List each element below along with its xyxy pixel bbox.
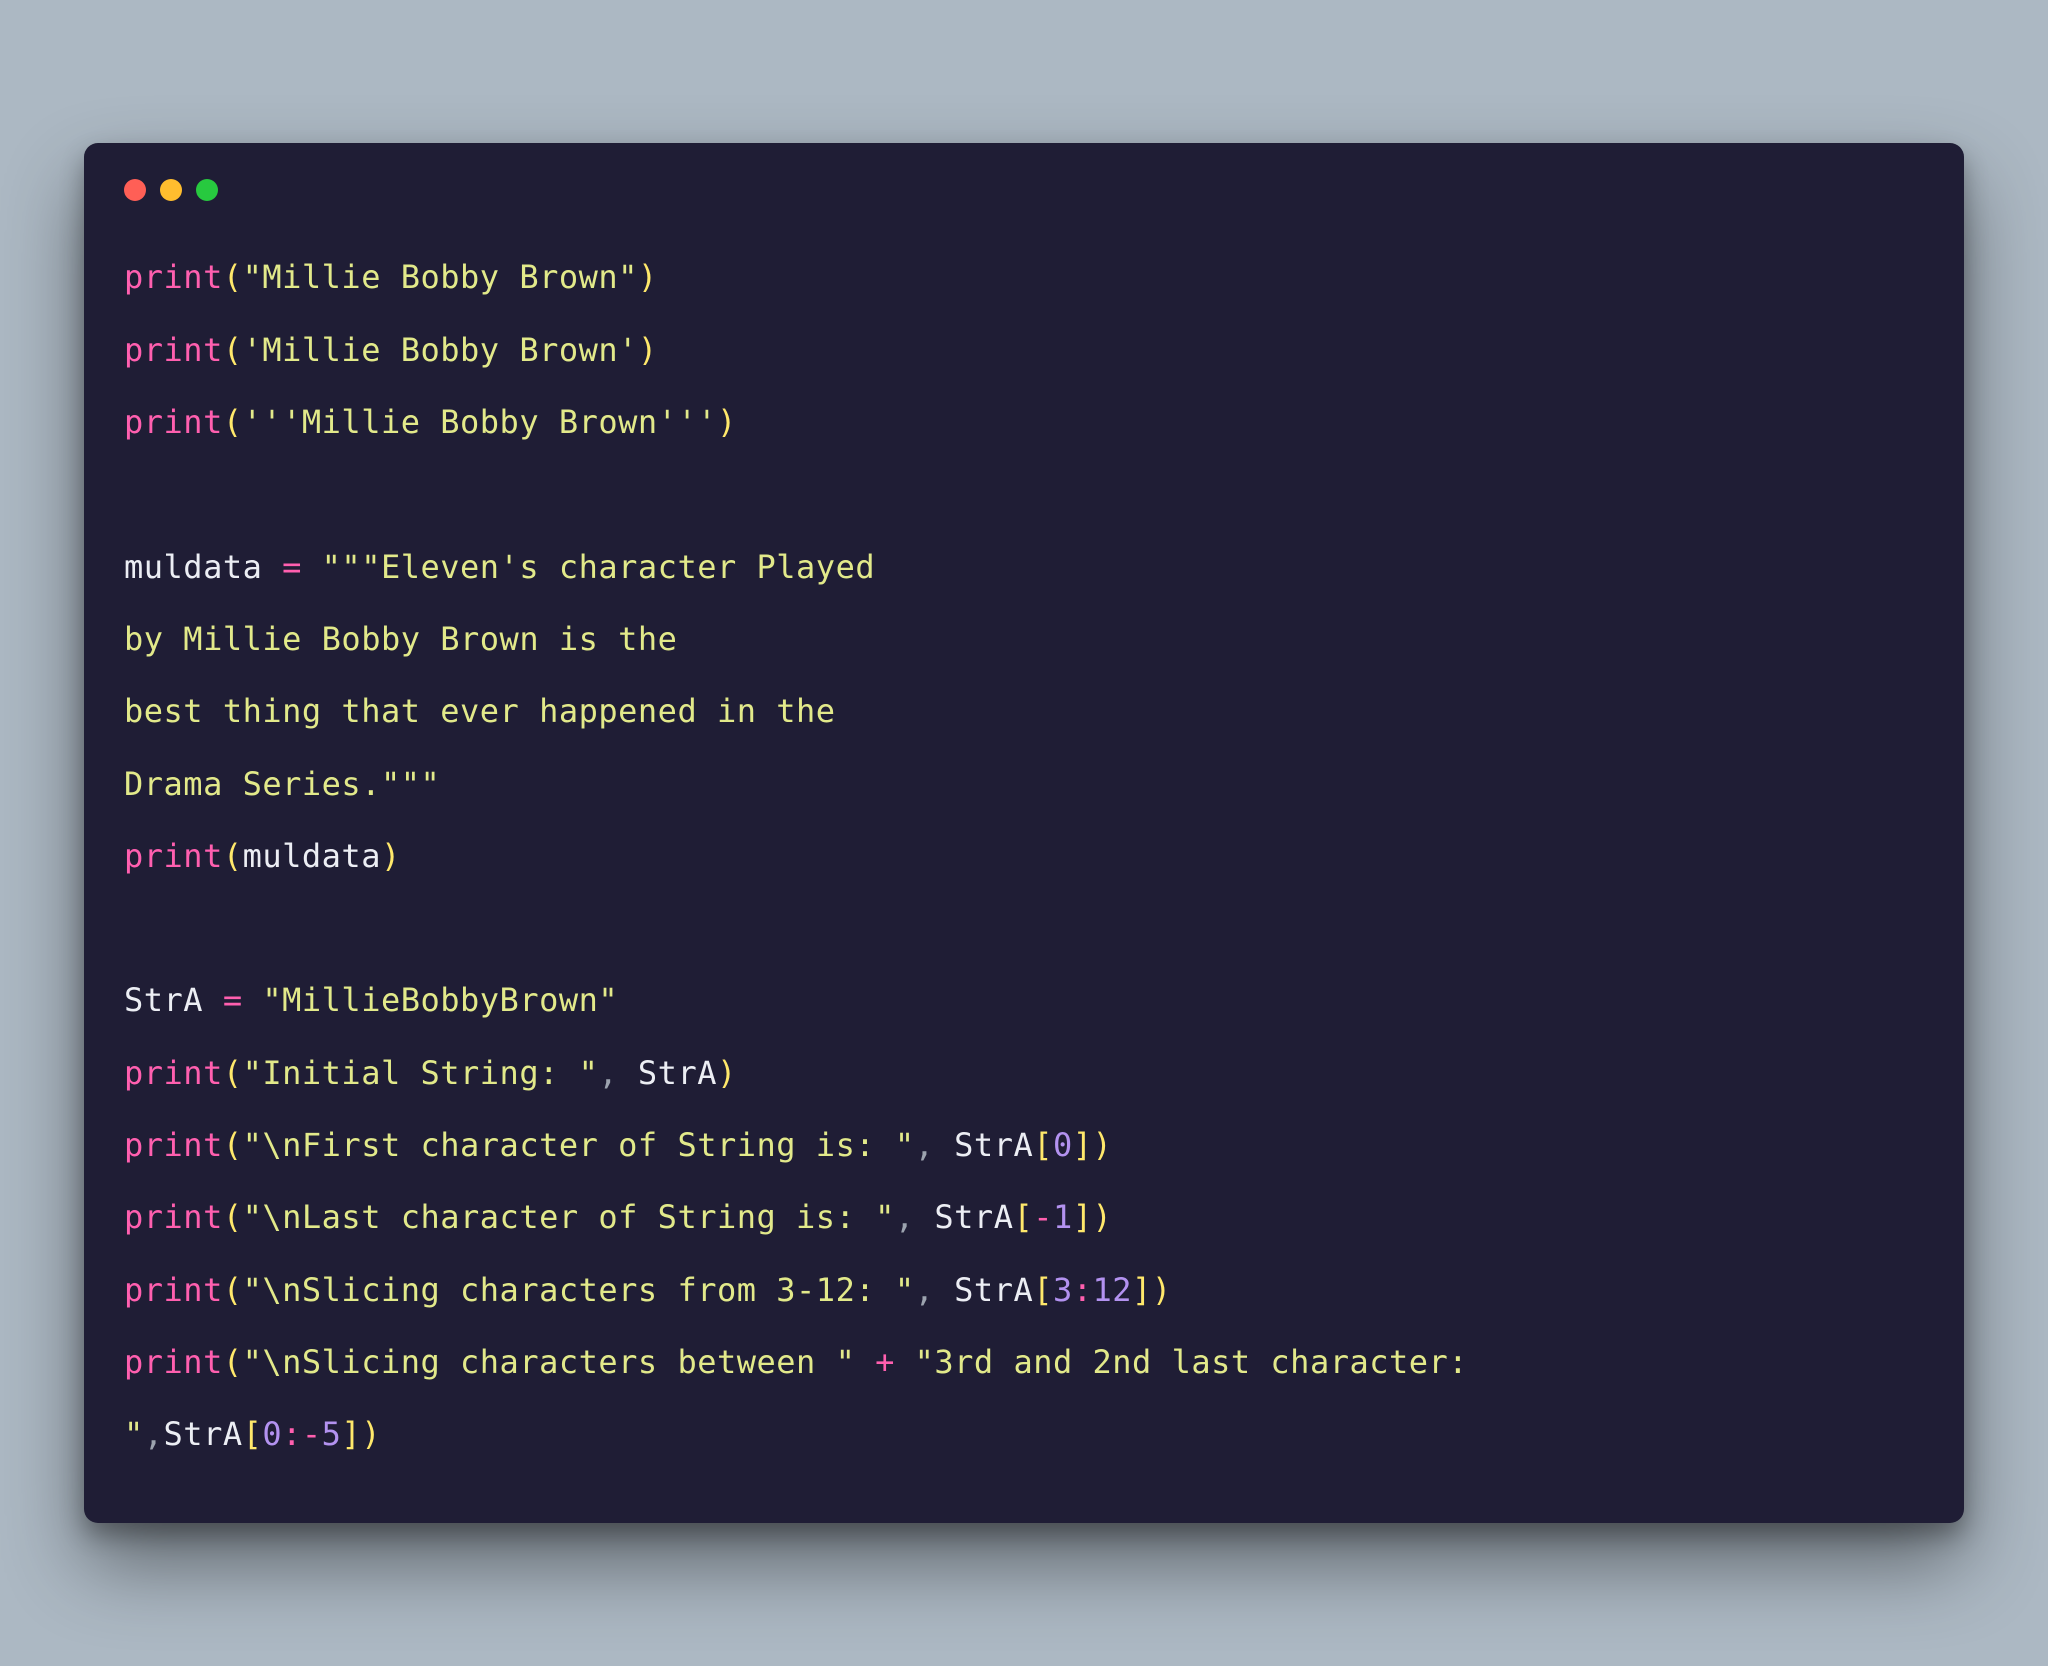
code-line: Drama Series.""" — [124, 765, 440, 803]
string-literal: """Eleven's character Played — [322, 548, 875, 586]
string-literal: 'Millie Bobby Brown' — [243, 331, 638, 369]
minimize-icon[interactable] — [160, 179, 182, 201]
code-line: best thing that ever happened in the — [124, 692, 836, 730]
paren-open: ( — [223, 1126, 243, 1164]
keyword-print: print — [124, 331, 223, 369]
slice-colon: : — [1073, 1271, 1093, 1309]
comma: , — [915, 1126, 955, 1164]
keyword-print: print — [124, 403, 223, 441]
window-traffic-lights — [124, 179, 1924, 201]
string-literal: '''Millie Bobby Brown''' — [243, 403, 717, 441]
string-literal: "3rd and 2nd last character: — [915, 1343, 1488, 1381]
identifier: StrA — [954, 1271, 1033, 1309]
paren-close: ) — [1093, 1198, 1113, 1236]
string-literal: "Initial String: " — [243, 1054, 599, 1092]
identifier: muldata — [243, 837, 381, 875]
number-literal: 3 — [1053, 1271, 1073, 1309]
paren-open: ( — [223, 1271, 243, 1309]
bracket-close: ] — [341, 1415, 361, 1453]
number-literal: 1 — [1053, 1198, 1073, 1236]
keyword-print: print — [124, 1271, 223, 1309]
bracket-open: [ — [243, 1415, 263, 1453]
paren-close: ) — [1152, 1271, 1172, 1309]
paren-open: ( — [223, 331, 243, 369]
string-literal: "\nLast character of String is: " — [243, 1198, 895, 1236]
keyword-print: print — [124, 258, 223, 296]
comma: , — [598, 1054, 638, 1092]
code-line: muldata = """Eleven's character Played — [124, 548, 875, 586]
bracket-close: ] — [1073, 1198, 1093, 1236]
paren-close: ) — [361, 1415, 381, 1453]
bracket-open: [ — [1013, 1198, 1033, 1236]
slice-colon: : — [282, 1415, 302, 1453]
comma: , — [895, 1198, 935, 1236]
string-literal: "MillieBobbyBrown" — [262, 981, 618, 1019]
operator-assign: = — [262, 548, 321, 586]
number-literal: 5 — [322, 1415, 342, 1453]
code-line: print(muldata) — [124, 837, 401, 875]
paren-close: ) — [381, 837, 401, 875]
zoom-icon[interactable] — [196, 179, 218, 201]
identifier: StrA — [164, 1415, 243, 1453]
paren-open: ( — [223, 403, 243, 441]
identifier: StrA — [934, 1198, 1013, 1236]
code-line: ",StrA[0:-5]) — [124, 1415, 381, 1453]
number-literal: 0 — [1053, 1126, 1073, 1164]
operator-assign: = — [203, 981, 262, 1019]
keyword-print: print — [124, 1126, 223, 1164]
paren-close: ) — [717, 403, 737, 441]
code-line: print("\nSlicing characters between " + … — [124, 1343, 1488, 1381]
paren-close: ) — [638, 331, 658, 369]
bracket-close: ] — [1073, 1126, 1093, 1164]
operator-neg: - — [302, 1415, 322, 1453]
code-line: print("\nSlicing characters from 3-12: "… — [124, 1271, 1172, 1309]
keyword-print: print — [124, 1343, 223, 1381]
paren-open: ( — [223, 1054, 243, 1092]
string-literal: by Millie Bobby Brown is the — [124, 620, 677, 658]
string-literal: "\nSlicing characters between " — [243, 1343, 856, 1381]
identifier: StrA — [124, 981, 203, 1019]
paren-open: ( — [223, 837, 243, 875]
identifier: StrA — [954, 1126, 1033, 1164]
comma: , — [144, 1415, 164, 1453]
code-line: print('''Millie Bobby Brown''') — [124, 403, 737, 441]
paren-close: ) — [638, 258, 658, 296]
paren-open: ( — [223, 258, 243, 296]
paren-close: ) — [717, 1054, 737, 1092]
operator-plus: + — [855, 1343, 914, 1381]
paren-open: ( — [223, 1343, 243, 1381]
string-literal: " — [124, 1415, 144, 1453]
code-line: print("Millie Bobby Brown") — [124, 258, 658, 296]
bracket-close: ] — [1132, 1271, 1152, 1309]
keyword-print: print — [124, 837, 223, 875]
keyword-print: print — [124, 1198, 223, 1236]
bracket-open: [ — [1033, 1271, 1053, 1309]
code-line: StrA = "MillieBobbyBrown" — [124, 981, 618, 1019]
keyword-print: print — [124, 1054, 223, 1092]
string-literal: "\nFirst character of String is: " — [243, 1126, 915, 1164]
code-block: print("Millie Bobby Brown") print('Milli… — [124, 241, 1924, 1470]
string-literal: "Millie Bobby Brown" — [243, 258, 638, 296]
code-line: print("Initial String: ", StrA) — [124, 1054, 737, 1092]
string-literal: best thing that ever happened in the — [124, 692, 836, 730]
paren-close: ) — [1093, 1126, 1113, 1164]
operator-neg: - — [1033, 1198, 1053, 1236]
number-literal: 12 — [1093, 1271, 1133, 1309]
number-literal: 0 — [262, 1415, 282, 1453]
string-literal: "\nSlicing characters from 3-12: " — [243, 1271, 915, 1309]
close-icon[interactable] — [124, 179, 146, 201]
code-line: print("\nFirst character of String is: "… — [124, 1126, 1112, 1164]
code-line: print("\nLast character of String is: ",… — [124, 1198, 1112, 1236]
identifier: StrA — [638, 1054, 717, 1092]
code-line: by Millie Bobby Brown is the — [124, 620, 677, 658]
string-literal: Drama Series.""" — [124, 765, 440, 803]
comma: , — [915, 1271, 955, 1309]
identifier: muldata — [124, 548, 262, 586]
code-line: print('Millie Bobby Brown') — [124, 331, 658, 369]
paren-open: ( — [223, 1198, 243, 1236]
code-window: print("Millie Bobby Brown") print('Milli… — [84, 143, 1964, 1522]
bracket-open: [ — [1033, 1126, 1053, 1164]
